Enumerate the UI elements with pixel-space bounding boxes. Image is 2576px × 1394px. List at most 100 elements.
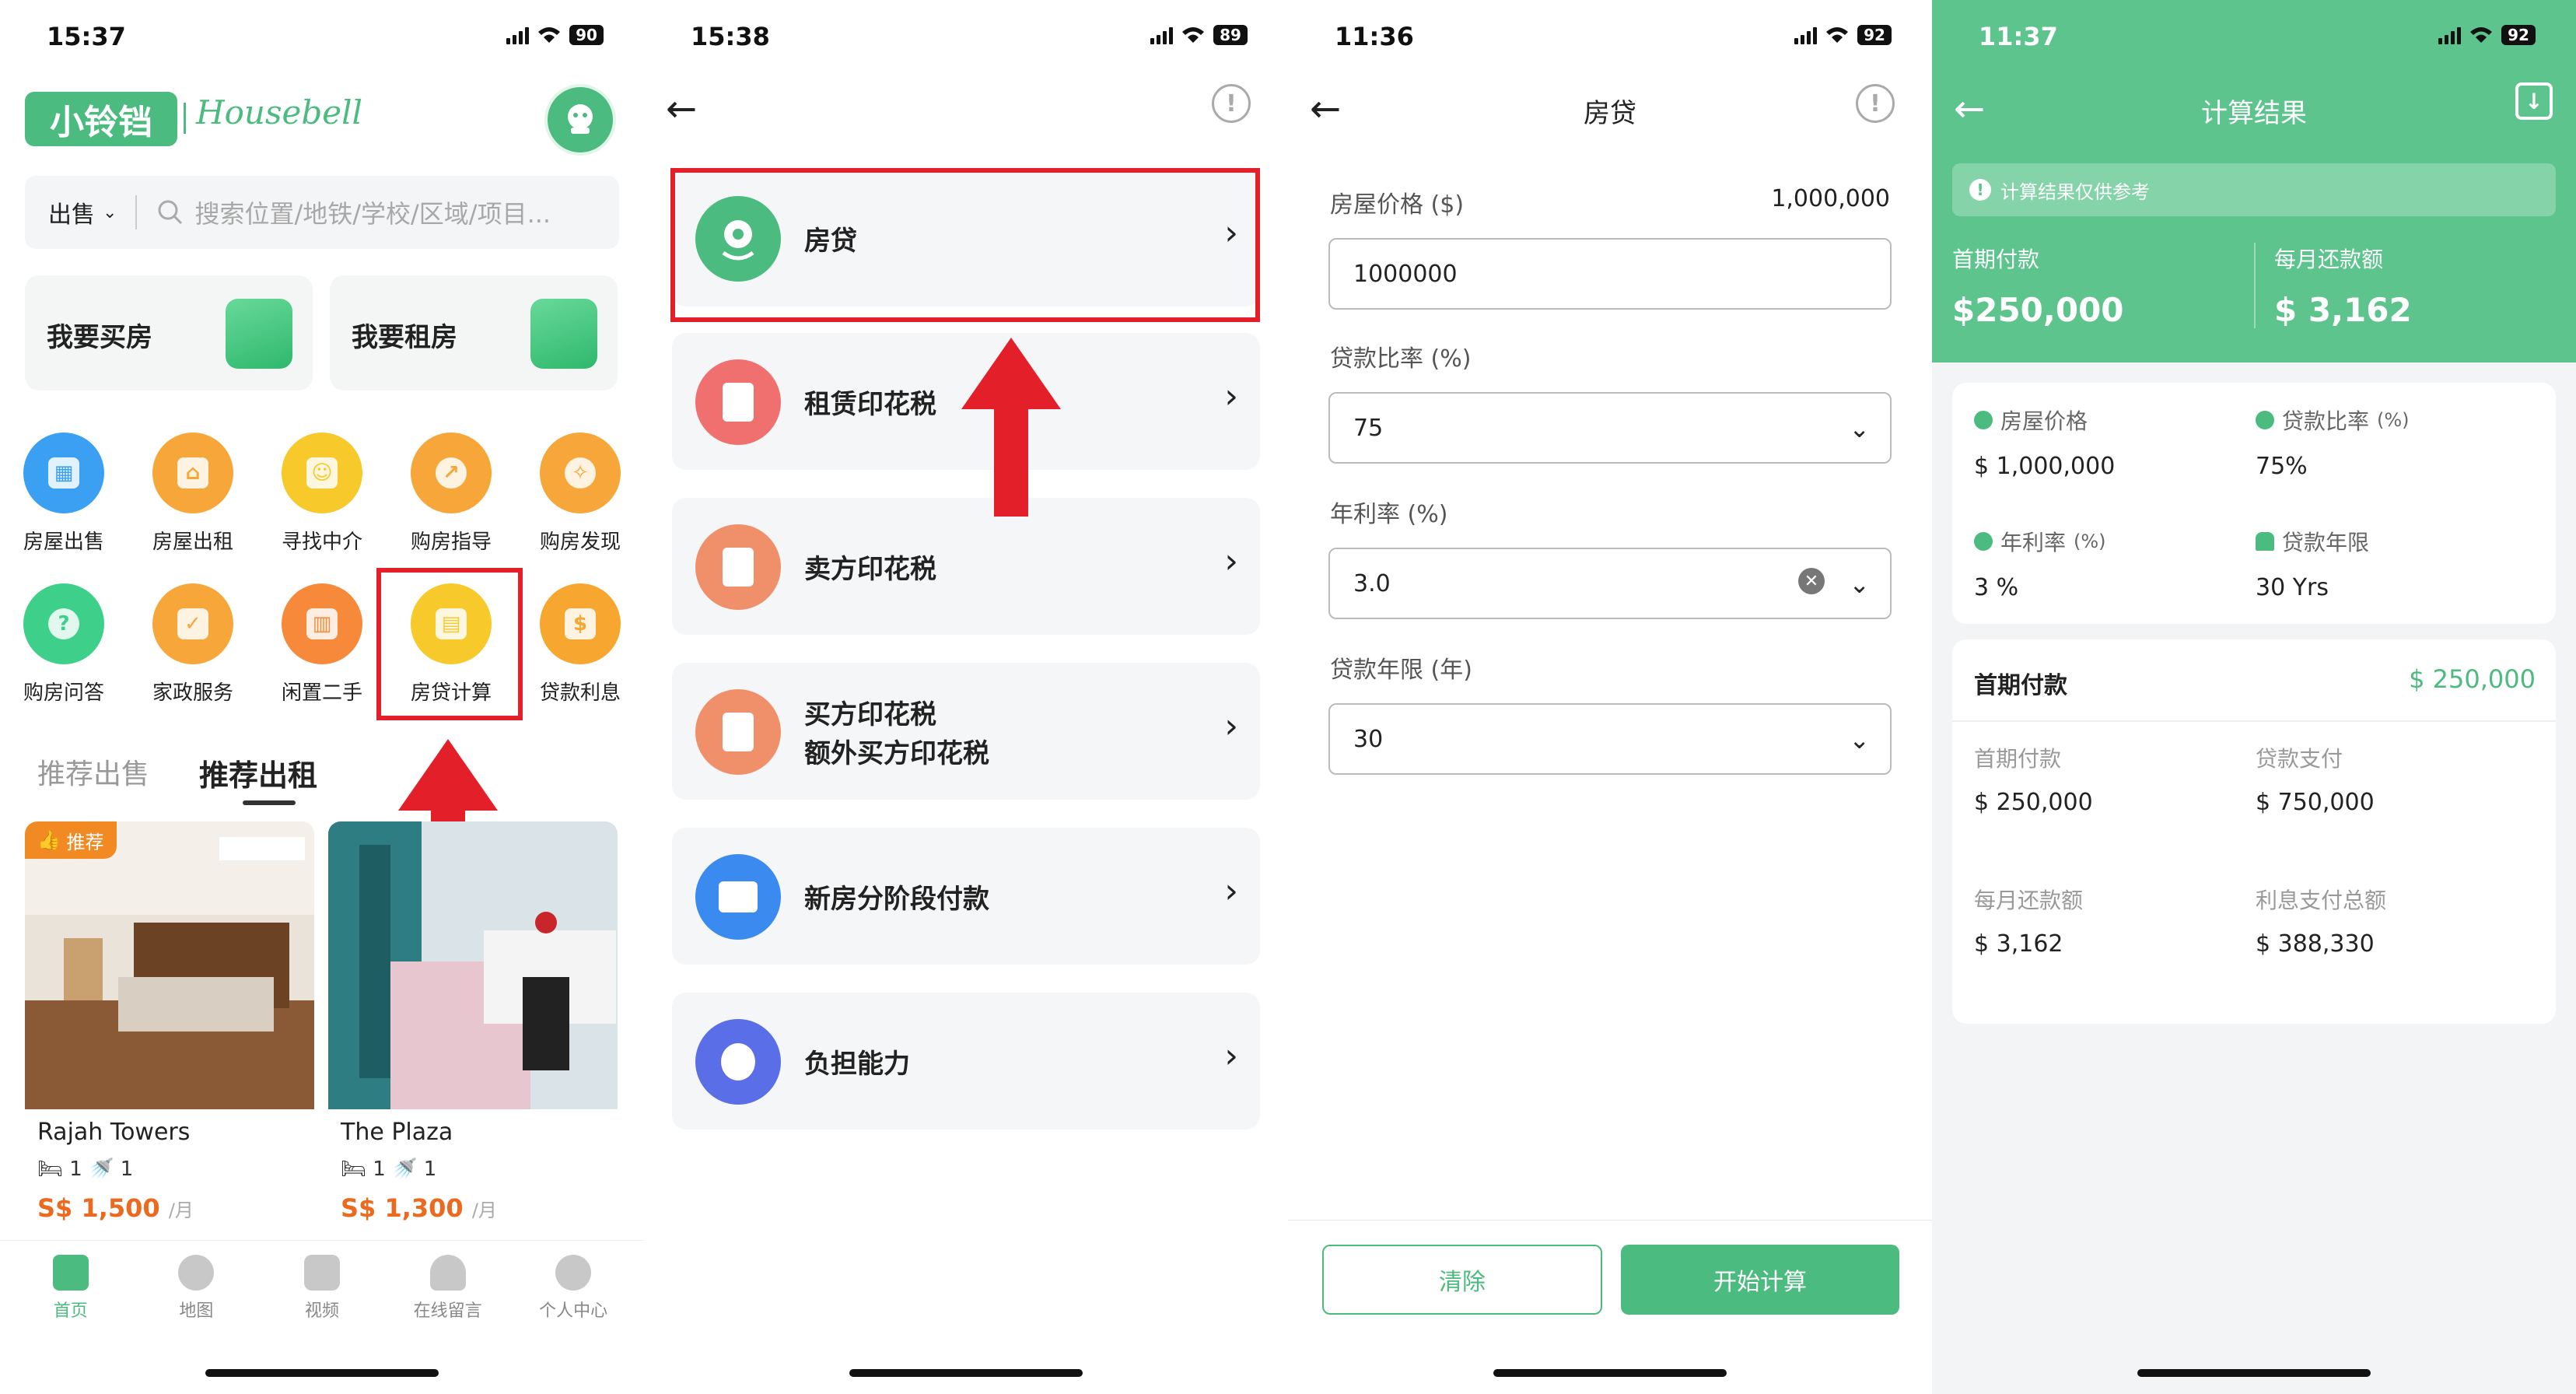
rent-house-card[interactable]: 我要租房: [330, 275, 618, 391]
rent-house-icon: ⌂: [152, 433, 233, 513]
term-select[interactable]: 30 ⌄: [1328, 703, 1892, 775]
recommend-badge: 👍 推荐: [25, 821, 117, 859]
label-unit: (%): [2377, 409, 2410, 431]
grid-label: 购房指导: [410, 531, 492, 554]
grid-item-agent[interactable]: ☺ 寻找中介: [275, 433, 369, 555]
detail-interest-value: $ 388,330: [2256, 930, 2375, 958]
grid-item-secondhand[interactable]: ▥ 闲置二手: [275, 583, 369, 706]
detail-monthly-value: $ 3,162: [1974, 930, 2063, 958]
home-screen: 15:37 90 小铃铛 Housebell 出售 ⌄ 搜索位置/地铁/学校/区…: [0, 0, 644, 1394]
badge-label: 推荐: [66, 831, 104, 853]
home-indicator: [205, 1369, 439, 1377]
clear-button[interactable]: 清除: [1322, 1245, 1602, 1315]
bed-icon: 🛏: [37, 1158, 64, 1181]
bath-count: 1: [120, 1158, 134, 1181]
search-divider: [135, 195, 138, 229]
listing-photo: [328, 821, 618, 1109]
status-icons: 92: [2438, 25, 2536, 45]
listing-price: S$ 1,500 /月: [37, 1193, 194, 1223]
tab-underline: [243, 800, 296, 805]
summary-price-value: $ 1,000,000: [1974, 453, 2116, 480]
grid-label: 贷款利息: [539, 681, 621, 705]
chat-icon: [555, 1255, 592, 1291]
search-input[interactable]: 搜索位置/地铁/学校/区域/项目...: [194, 194, 551, 230]
menu-item-progressive-payment[interactable]: 新房分阶段付款 ›: [672, 828, 1260, 965]
label-text: 房屋价格: [2000, 408, 2088, 434]
logo-en: Housebell: [196, 93, 362, 131]
grid-item-sale[interactable]: ▦ 房屋出售: [17, 433, 110, 555]
grid-item-qa[interactable]: ? 购房问答: [17, 583, 110, 706]
buy-house-card[interactable]: 我要买房: [25, 275, 313, 391]
menu-item-buyer-stamp-duty[interactable]: 买方印花税 额外买方印花税 ›: [672, 663, 1260, 800]
listing-meta: 🛏 1 🚿 1: [37, 1158, 133, 1181]
tab-message[interactable]: 在线留言: [394, 1241, 502, 1341]
calculate-button[interactable]: 开始计算: [1621, 1245, 1899, 1315]
tab-home[interactable]: 首页: [16, 1241, 125, 1341]
listing-name: Rajah Towers: [37, 1119, 191, 1146]
wifi-icon: [1181, 26, 1206, 44]
detail-loan-label: 贷款支付: [2256, 746, 2343, 772]
avatar[interactable]: [544, 84, 616, 156]
listing-photo: 👍 推荐: [25, 821, 314, 1109]
page-title: 房贷: [1584, 98, 1636, 129]
notice-text: 计算结果仅供参考: [2000, 180, 2150, 203]
chevron-down-icon[interactable]: ⌄: [103, 203, 117, 222]
bed-icon: 🛏: [341, 1158, 367, 1181]
sale-house-icon: ▦: [23, 433, 104, 513]
back-arrow-icon[interactable]: ←: [666, 87, 697, 131]
menu-label: 卖方印花税: [804, 554, 936, 585]
grid-item-discover[interactable]: ✧ 购房发现: [534, 433, 627, 555]
video-icon: [303, 1255, 340, 1291]
price-input[interactable]: 1000000: [1328, 238, 1892, 310]
status-time: 11:37: [1979, 22, 2058, 51]
tab-video[interactable]: 视频: [268, 1241, 376, 1341]
house-icon: [226, 299, 292, 369]
chevron-right-icon: ›: [1224, 1036, 1238, 1076]
signal-icon: [1150, 26, 1173, 44]
summary-term-value: 30 Yrs: [2256, 574, 2329, 601]
listing-card[interactable]: 👍 推荐 Rajah Towers 🛏 1 🚿 1 S$ 1,500 /月: [25, 821, 314, 1242]
listing-card[interactable]: The Plaza 🛏 1 🚿 1 S$ 1,300 /月: [328, 821, 618, 1242]
search-bar[interactable]: 出售 ⌄ 搜索位置/地铁/学校/区域/项目...: [25, 176, 619, 249]
grid-item-guide[interactable]: ↗ 购房指导: [404, 433, 498, 555]
bath-count: 1: [423, 1158, 437, 1181]
grid-label: 闲置二手: [281, 681, 362, 705]
price-input-value: 1000000: [1353, 260, 1458, 288]
grid-label: 房屋出租: [152, 531, 233, 554]
menu-item-affordability[interactable]: 负担能力 ›: [672, 993, 1260, 1130]
summary-ratio-value: 75%: [2256, 453, 2308, 480]
signal-icon: [2438, 26, 2461, 44]
tab-recommend-rent[interactable]: 推荐出租: [199, 751, 317, 805]
clear-icon[interactable]: ✕: [1798, 568, 1825, 594]
calculator-menu-screen: 15:38 89 ← ! 房贷 › 租赁印花税 › 卖方印花税 › 买方印花税额…: [644, 0, 1288, 1394]
bottom-divider: [1288, 1220, 1932, 1221]
tab-map[interactable]: 地图: [142, 1241, 250, 1341]
ratio-select[interactable]: 75 ⌄: [1328, 392, 1892, 464]
grid-item-loan-interest[interactable]: $ 贷款利息: [534, 583, 627, 706]
grid-item-housekeeping[interactable]: ✓ 家政服务: [146, 583, 240, 706]
rate-label: 年利率 (%): [1330, 501, 1448, 528]
info-icon[interactable]: !: [1856, 84, 1895, 123]
tab-label: 首页: [53, 1301, 88, 1321]
menu-label: 买方印花税 额外买方印花税: [804, 695, 989, 773]
info-icon[interactable]: !: [1212, 84, 1251, 123]
menu-label: 新房分阶段付款: [804, 884, 989, 915]
rate-select[interactable]: 3.0 ✕ ⌄: [1328, 548, 1892, 619]
tab-profile[interactable]: 个人中心: [519, 1241, 628, 1341]
term-label: 贷款年限 (年): [1330, 657, 1472, 684]
tab-label: 在线留言: [413, 1301, 482, 1321]
section-divider: [1952, 720, 2556, 722]
housekeeping-icon: ✓: [152, 583, 233, 664]
download-icon[interactable]: ↓: [2515, 82, 2553, 120]
bell-mascot-icon: [568, 104, 593, 134]
grid-item-rent[interactable]: ⌂ 房屋出租: [146, 433, 240, 555]
grid-label: 寻找中介: [281, 531, 362, 554]
summary-term-label: 贷款年限: [2256, 526, 2369, 557]
search-mode[interactable]: 出售: [48, 195, 95, 229]
tab-recommend-sale[interactable]: 推荐出售: [37, 751, 149, 794]
status-icons: 92: [1794, 25, 1892, 45]
red-arrow-up-icon: [961, 338, 1061, 517]
battery-icon: 89: [1213, 25, 1248, 45]
pie-chart-icon: [2256, 411, 2274, 429]
menu-item-seller-stamp-duty[interactable]: 卖方印花税 ›: [672, 498, 1260, 635]
